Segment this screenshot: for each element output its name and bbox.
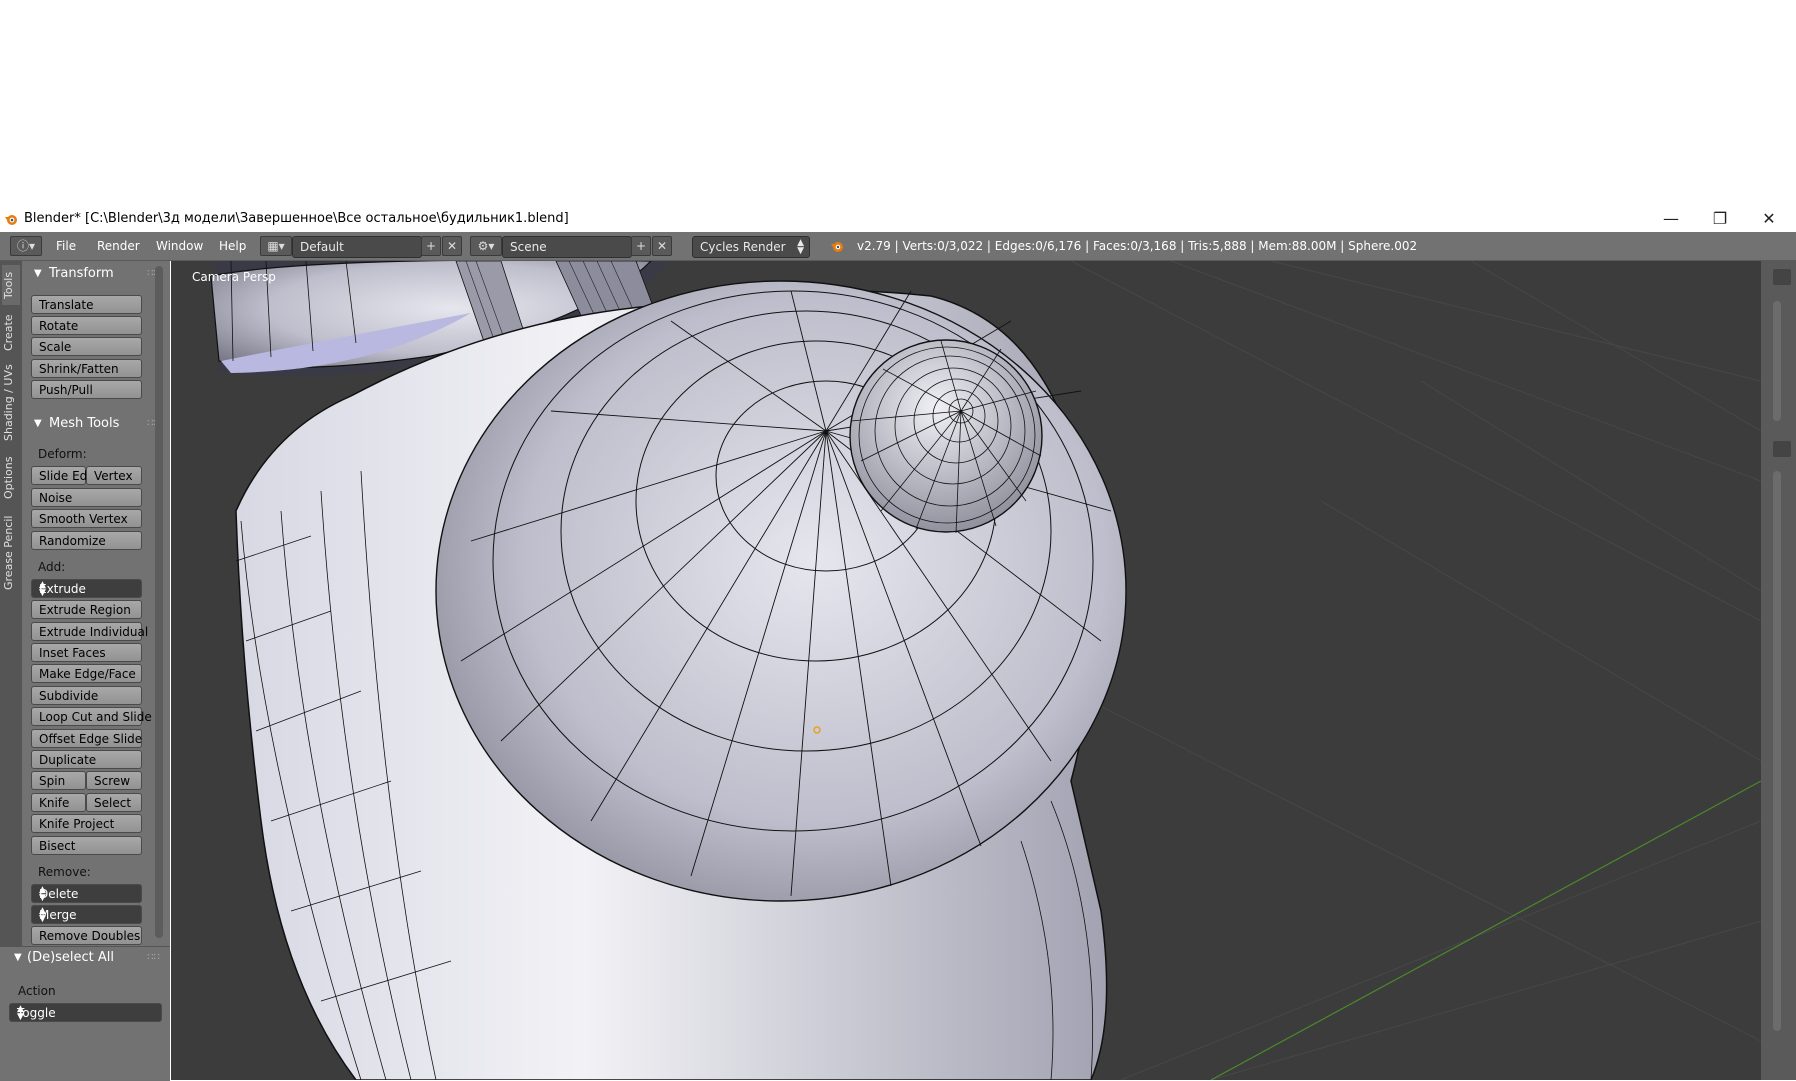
blender-logo-icon bbox=[5, 215, 17, 225]
tab-options[interactable]: Options bbox=[2, 451, 20, 505]
render-engine-selector[interactable]: Cycles Render ▲ ▼ bbox=[692, 236, 810, 258]
extrude-region-button[interactable]: Extrude Region bbox=[31, 600, 142, 619]
remove-label: Remove: bbox=[38, 865, 91, 879]
editor-type-info-icon[interactable]: ⓘ▾ bbox=[10, 236, 42, 256]
minimize-button[interactable]: — bbox=[1648, 206, 1694, 232]
properties-scrollbar[interactable] bbox=[1773, 471, 1781, 1031]
push-pull-button[interactable]: Push/Pull bbox=[31, 380, 142, 399]
tab-shading-uvs[interactable]: Shading / UVs bbox=[2, 361, 20, 445]
x-axis-line bbox=[1210, 780, 1761, 1080]
extrude-dropdown[interactable]: Extrude ▲ ▼ bbox=[31, 579, 142, 598]
close-button[interactable]: ✕ bbox=[1746, 206, 1792, 232]
restore-button[interactable]: ❐ bbox=[1697, 206, 1743, 232]
menu-window[interactable]: Window bbox=[156, 239, 203, 253]
knife-select-button[interactable]: Select bbox=[86, 793, 142, 812]
layout-name: Default bbox=[300, 240, 344, 254]
viewport-view-label: Camera Persp bbox=[192, 270, 276, 284]
dropdown-arrows-icon: ▲ ▼ bbox=[39, 885, 46, 903]
blender-logo-icon bbox=[831, 242, 843, 252]
knife-project-button[interactable]: Knife Project bbox=[31, 814, 142, 833]
menu-file[interactable]: File bbox=[56, 239, 76, 253]
viewport-scene bbox=[210, 261, 1761, 1080]
drag-grip-icon[interactable]: ∷∷ bbox=[147, 952, 160, 963]
dropdown-arrows-icon: ▲ ▼ bbox=[17, 1004, 24, 1022]
translate-button[interactable]: Translate bbox=[31, 295, 142, 314]
properties-toggle-icon[interactable] bbox=[1773, 441, 1791, 457]
merge-dropdown[interactable]: Merge ▲ ▼ bbox=[31, 905, 142, 924]
floor-grid bbox=[1050, 261, 1761, 1080]
make-edge-face-button[interactable]: Make Edge/Face bbox=[31, 664, 142, 683]
collapse-arrow-icon: ▼ bbox=[14, 952, 22, 963]
tool-shelf-scrollbar[interactable] bbox=[155, 266, 163, 938]
tab-create[interactable]: Create bbox=[2, 311, 20, 355]
remove-scene-icon[interactable]: ✕ bbox=[652, 236, 672, 256]
dropdown-arrows-icon: ▲ ▼ bbox=[39, 906, 46, 924]
outliner-toggle-icon[interactable] bbox=[1773, 269, 1791, 285]
menu-help[interactable]: Help bbox=[219, 239, 246, 253]
action-dropdown[interactable]: Toggle ▲ ▼ bbox=[9, 1003, 162, 1022]
knife-button[interactable]: Knife bbox=[31, 793, 86, 812]
shrink-fatten-button[interactable]: Shrink/Fatten bbox=[31, 359, 142, 378]
smooth-vertex-button[interactable]: Smooth Vertex bbox=[31, 509, 142, 528]
randomize-button[interactable]: Randomize bbox=[31, 531, 142, 550]
add-label: Add: bbox=[38, 560, 66, 574]
tab-grease-pencil[interactable]: Grease Pencil bbox=[2, 511, 20, 595]
collapse-arrow-icon: ▼ bbox=[34, 268, 42, 279]
transform-panel-header[interactable]: ▼ Transform ∷∷ bbox=[22, 263, 170, 285]
clock-face-dome bbox=[435, 280, 1127, 902]
vertex-slide-button[interactable]: Vertex bbox=[86, 466, 142, 485]
screen-layout-icon[interactable]: ▦▾ bbox=[260, 236, 292, 256]
window-title: Blender* [C:\Blender\3д модели\Завершенн… bbox=[24, 211, 569, 226]
offset-edge-slide-button[interactable]: Offset Edge Slide bbox=[31, 729, 142, 748]
add-layout-icon[interactable]: + bbox=[421, 236, 441, 256]
mesh-tools-panel-header[interactable]: ▼ Mesh Tools ∷∷ bbox=[22, 413, 170, 435]
delete-dropdown[interactable]: Delete ▲ ▼ bbox=[31, 884, 142, 903]
operator-panel: ▼ (De)select All ∷∷ Action Toggle ▲ ▼ bbox=[0, 946, 170, 1081]
scale-button[interactable]: Scale bbox=[31, 337, 142, 356]
layout-selector[interactable]: Default bbox=[292, 236, 422, 258]
properties-region-edge[interactable] bbox=[1761, 261, 1796, 1080]
render-engine-name: Cycles Render bbox=[700, 240, 786, 254]
tab-tools[interactable]: Tools bbox=[2, 265, 20, 305]
subdivide-button[interactable]: Subdivide bbox=[31, 686, 142, 705]
info-header: ⓘ▾ File Render Window Help ▦▾ Default + … bbox=[0, 232, 1796, 261]
rotate-button[interactable]: Rotate bbox=[31, 316, 142, 335]
menu-render[interactable]: Render bbox=[97, 239, 140, 253]
extrude-individual-button[interactable]: Extrude Individual bbox=[31, 622, 148, 641]
add-scene-icon[interactable]: + bbox=[631, 236, 651, 256]
deform-label: Deform: bbox=[38, 447, 87, 461]
3d-viewport[interactable]: Camera Persp bbox=[171, 261, 1761, 1080]
slide-edge-button[interactable]: Slide Ed bbox=[31, 466, 87, 485]
spin-button[interactable]: Spin bbox=[31, 771, 86, 790]
scene-icon[interactable]: ⚙▾ bbox=[470, 236, 502, 256]
window-titlebar: Blender* [C:\Blender\3д модели\Завершенн… bbox=[0, 206, 1796, 232]
operator-header-label: (De)select All bbox=[27, 950, 115, 965]
scene-name: Scene bbox=[510, 240, 547, 254]
mesh-tools-header-label: Mesh Tools bbox=[49, 416, 120, 431]
collapse-arrow-icon: ▼ bbox=[34, 418, 42, 429]
scene-selector[interactable]: Scene bbox=[502, 236, 632, 258]
right-scrollbar[interactable] bbox=[1773, 301, 1781, 421]
remove-layout-icon[interactable]: ✕ bbox=[442, 236, 462, 256]
inset-faces-button[interactable]: Inset Faces bbox=[31, 643, 142, 662]
transform-header-label: Transform bbox=[49, 266, 114, 281]
dropdown-arrows-icon: ▲ ▼ bbox=[39, 580, 46, 598]
bisect-button[interactable]: Bisect bbox=[31, 836, 142, 855]
dropdown-arrows-icon: ▲ ▼ bbox=[797, 238, 804, 256]
action-label: Action bbox=[18, 984, 56, 998]
noise-button[interactable]: Noise bbox=[31, 488, 142, 507]
deselect-all-panel-header[interactable]: ▼ (De)select All ∷∷ bbox=[0, 947, 170, 969]
scene-statistics: v2.79 | Verts:0/3,022 | Edges:0/6,176 | … bbox=[857, 239, 1418, 253]
remove-doubles-button[interactable]: Remove Doubles bbox=[31, 926, 142, 945]
duplicate-button[interactable]: Duplicate bbox=[31, 750, 142, 769]
loop-cut-slide-button[interactable]: Loop Cut and Slide bbox=[31, 707, 152, 726]
screw-button[interactable]: Screw bbox=[86, 771, 142, 790]
